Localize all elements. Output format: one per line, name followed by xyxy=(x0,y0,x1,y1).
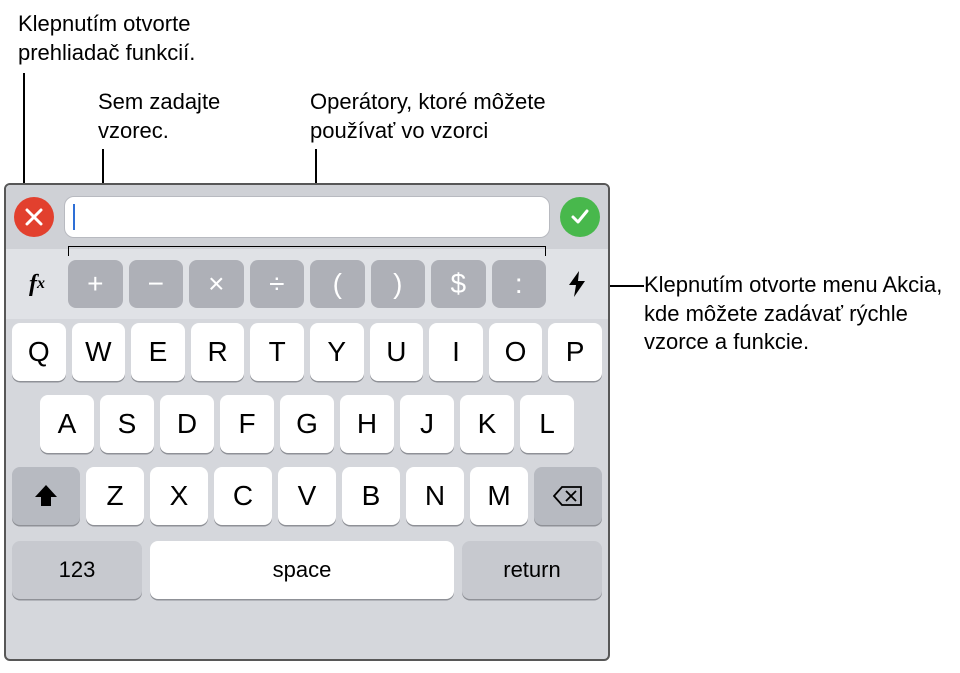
key-f[interactable]: F xyxy=(220,395,274,453)
operator-key-([interactable]: ( xyxy=(310,260,365,308)
fx-x: x xyxy=(37,275,45,293)
key-g[interactable]: G xyxy=(280,395,334,453)
key-q[interactable]: Q xyxy=(12,323,66,381)
key-c[interactable]: C xyxy=(214,467,272,525)
key-row-2: ASDFGHJKL xyxy=(12,395,602,453)
shift-icon xyxy=(33,483,59,509)
key-w[interactable]: W xyxy=(72,323,126,381)
key-d[interactable]: D xyxy=(160,395,214,453)
key-row-3-letters: ZXCVBNM xyxy=(86,467,528,525)
key-y[interactable]: Y xyxy=(310,323,364,381)
function-browser-button[interactable]: fx xyxy=(12,260,62,308)
operator-key-$[interactable]: $ xyxy=(431,260,486,308)
key-h[interactable]: H xyxy=(340,395,394,453)
return-key[interactable]: return xyxy=(462,541,602,599)
operator-keys: +−×÷()$: xyxy=(68,260,546,308)
key-row-3: ZXCVBNM xyxy=(12,467,602,525)
operator-row: fx +−×÷()$: xyxy=(6,249,608,319)
keyboard-rows: QWERTYUIOP ASDFGHJKL ZXCVBNM 123 space r… xyxy=(6,319,608,605)
key-o[interactable]: O xyxy=(489,323,543,381)
fx-f: f xyxy=(29,271,37,298)
key-t[interactable]: T xyxy=(250,323,304,381)
operator-key-+[interactable]: + xyxy=(68,260,123,308)
cancel-button[interactable] xyxy=(14,197,54,237)
callout-fx: Klepnutím otvorte prehliadač funkcií. xyxy=(18,10,268,67)
confirm-button[interactable] xyxy=(560,197,600,237)
close-icon xyxy=(25,208,43,226)
lightning-icon xyxy=(564,269,590,299)
formula-keyboard-panel: fx +−×÷()$: QWERTYUIOP ASDFGHJKL ZXCVBNM xyxy=(4,183,610,661)
key-k[interactable]: K xyxy=(460,395,514,453)
operator-key-−[interactable]: − xyxy=(129,260,184,308)
text-cursor xyxy=(73,204,75,230)
key-m[interactable]: M xyxy=(470,467,528,525)
action-menu-button[interactable] xyxy=(552,260,602,308)
numbers-key[interactable]: 123 xyxy=(12,541,142,599)
key-s[interactable]: S xyxy=(100,395,154,453)
backspace-icon xyxy=(553,485,583,507)
callout-operators: Operátory, ktoré môžete používať vo vzor… xyxy=(310,88,590,145)
operator-key-:[interactable]: : xyxy=(492,260,547,308)
key-l[interactable]: L xyxy=(520,395,574,453)
key-v[interactable]: V xyxy=(278,467,336,525)
key-b[interactable]: B xyxy=(342,467,400,525)
formula-input[interactable] xyxy=(64,196,550,238)
key-a[interactable]: A xyxy=(40,395,94,453)
check-icon xyxy=(570,207,590,227)
key-x[interactable]: X xyxy=(150,467,208,525)
operator-key-÷[interactable]: ÷ xyxy=(250,260,305,308)
callout-action: Klepnutím otvorte menu Akcia, kde môžete… xyxy=(644,271,944,357)
space-key[interactable]: space xyxy=(150,541,454,599)
shift-key[interactable] xyxy=(12,467,80,525)
key-u[interactable]: U xyxy=(370,323,424,381)
bottom-row: 123 space return xyxy=(12,539,602,599)
operator-key-×[interactable]: × xyxy=(189,260,244,308)
key-p[interactable]: P xyxy=(548,323,602,381)
key-n[interactable]: N xyxy=(406,467,464,525)
key-z[interactable]: Z xyxy=(86,467,144,525)
operator-key-)[interactable]: ) xyxy=(371,260,426,308)
callout-formula: Sem zadajte vzorec. xyxy=(98,88,278,145)
key-j[interactable]: J xyxy=(400,395,454,453)
key-e[interactable]: E xyxy=(131,323,185,381)
key-i[interactable]: I xyxy=(429,323,483,381)
key-r[interactable]: R xyxy=(191,323,245,381)
backspace-key[interactable] xyxy=(534,467,602,525)
formula-bar xyxy=(6,185,608,249)
key-row-1: QWERTYUIOP xyxy=(12,323,602,381)
